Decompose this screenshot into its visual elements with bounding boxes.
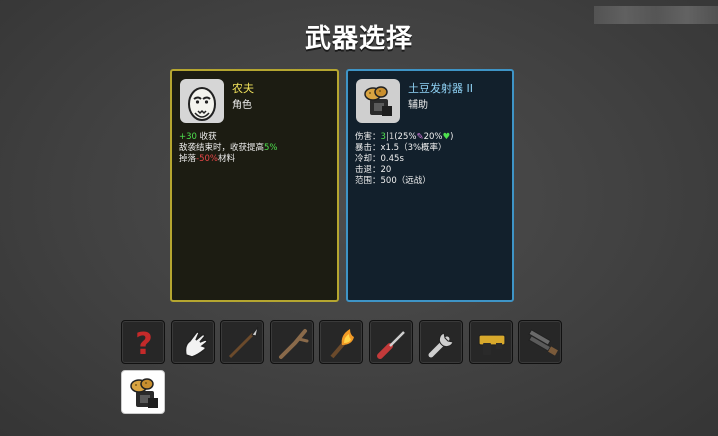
crit-value: x1.5（3%概率）: [380, 143, 447, 153]
weapon-card: 土豆发射器 II 辅助 伤害：3|1(25%✎20%♥) 暴击：x1.5（3%概…: [346, 69, 514, 302]
damage-label: 伤害：: [355, 132, 381, 142]
weapon-stat-crit: 暴击：x1.5（3%概率）: [355, 143, 508, 154]
knockback-value: 20: [380, 165, 392, 175]
weapon-slot-shotgun[interactable]: [518, 320, 562, 364]
weapon-stats: 伤害：3|1(25%✎20%♥) 暴击：x1.5（3%概率） 冷却：0.45s …: [355, 132, 508, 187]
range-value: 500（远战）: [380, 176, 431, 186]
wrench-icon: [428, 332, 454, 358]
weapon-slot-taser[interactable]: [469, 320, 513, 364]
character-name: 农夫: [232, 82, 254, 95]
weapon-stat-knockback: 击退：20: [355, 165, 508, 176]
damage-scaling-second: 20%: [423, 132, 443, 142]
weapon-stat-range: 范围：500（远战）: [355, 176, 508, 187]
harvest-value: 5%: [264, 143, 278, 153]
range-label: 范围：: [355, 176, 381, 186]
potato-thrower-icon: [130, 378, 158, 408]
drop-value: -50%: [196, 154, 218, 164]
weapon-stat-cooldown: 冷却：0.45s: [355, 154, 508, 165]
drop-suffix: 材料: [217, 154, 235, 164]
weapon-name: 土豆发射器 II: [408, 82, 473, 95]
hand-icon: [184, 331, 208, 358]
damage-close: ): [450, 132, 454, 142]
blurred-overlay: [594, 6, 718, 24]
harvest-text: 敌袭结束时，收获提高: [179, 143, 265, 153]
weapon-slot-potato-thrower[interactable]: [121, 370, 165, 414]
svg-text:?: ?: [135, 327, 152, 362]
random-question-icon: ?: [135, 327, 152, 362]
character-stat-line: 掉落-50%材料: [179, 154, 333, 165]
character-portrait: [180, 79, 224, 123]
scaling-feather-icon: ✎: [416, 132, 424, 142]
stick-icon: [279, 329, 309, 359]
heart-icon: ♥: [442, 132, 451, 142]
character-type: 角色: [232, 100, 252, 111]
weapon-slot-wrench[interactable]: [419, 320, 463, 364]
weapon-stat-damage: 伤害：3|1(25%✎20%♥): [355, 132, 508, 143]
character-card: 农夫 角色 +30 收获 敌袭结束时，收获提高5% 掉落-50%材料: [170, 69, 339, 302]
character-stat-line: +30 收获: [179, 132, 333, 143]
character-description: +30 收获 敌袭结束时，收获提高5% 掉落-50%材料: [179, 132, 333, 165]
stat-bonus-value: +30: [179, 132, 197, 142]
weapon-portrait: [356, 79, 400, 123]
cooldown-value: 0.45s: [380, 154, 404, 164]
screwdriver-icon: [377, 331, 405, 359]
torch-icon: [330, 329, 354, 359]
weapon-slot-stick[interactable]: [270, 320, 314, 364]
spear-icon: [228, 326, 259, 359]
double-barrel-shotgun-icon: [528, 329, 558, 356]
character-stat-line: 敌袭结束时，收获提高5%: [179, 143, 333, 154]
knockback-label: 击退：: [355, 165, 381, 175]
weapon-slot-screwdriver[interactable]: [369, 320, 413, 364]
potato-thrower-icon: [364, 86, 392, 116]
weapon-type: 辅助: [408, 100, 428, 111]
taser-icon: [478, 334, 506, 355]
stat-bonus-label: 收获: [196, 132, 217, 142]
weapon-slot-spear[interactable]: [220, 320, 264, 364]
drop-label: 掉落: [179, 154, 197, 164]
crit-label: 暴击：: [355, 143, 381, 153]
weapon-slot-random[interactable]: ?: [121, 320, 165, 364]
damage-scaling: (25%: [394, 132, 417, 142]
weapon-slot-hand[interactable]: [171, 320, 215, 364]
cooldown-label: 冷却：: [355, 154, 381, 164]
weapon-slot-torch[interactable]: [319, 320, 363, 364]
farmer-face-icon: [188, 87, 216, 121]
